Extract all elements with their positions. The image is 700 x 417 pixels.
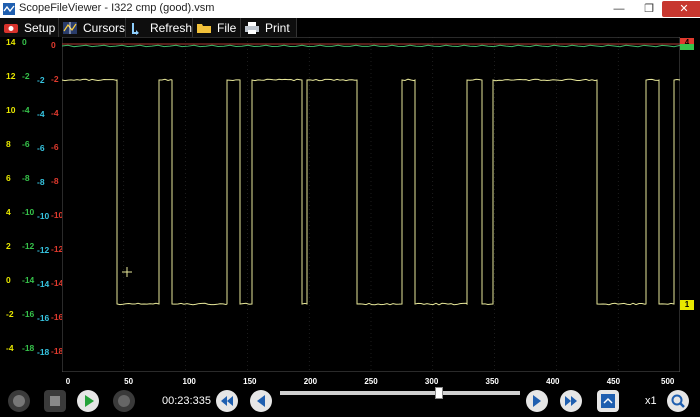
app-icon <box>3 3 15 15</box>
fast-forward-button[interactable] <box>560 390 582 412</box>
yellow-axis-tick: 10 <box>6 105 15 115</box>
timeline-thumb[interactable] <box>435 387 443 399</box>
green-axis-tick: -8 <box>22 173 30 183</box>
cyan-axis-tick: -4 <box>37 109 45 119</box>
x-axis-tick: 450 <box>607 377 620 386</box>
setup-label: Setup <box>24 21 55 35</box>
refresh-label: Refresh <box>150 21 192 35</box>
channel-1-marker[interactable]: 1 <box>680 300 694 310</box>
red-axis-tick: -2 <box>51 74 59 84</box>
play-button[interactable] <box>77 390 99 412</box>
x-axis-tick: 100 <box>183 377 196 386</box>
green-axis-tick: -18 <box>22 343 34 353</box>
step-forward-button[interactable] <box>526 390 548 412</box>
record-icon <box>8 390 30 412</box>
yellow-axis-tick: 2 <box>6 241 11 251</box>
refresh-icon <box>129 21 145 35</box>
folder-icon <box>196 21 212 35</box>
x-axis-tick: 150 <box>243 377 256 386</box>
cursors-button[interactable]: Cursors <box>59 18 126 37</box>
yellow-axis-tick: -4 <box>6 343 14 353</box>
green-axis-tick: -10 <box>22 207 34 217</box>
cyan-axis-tick: -14 <box>37 279 49 289</box>
print-button[interactable]: Print <box>241 18 297 37</box>
cyan-axis-tick: -16 <box>37 313 49 323</box>
x-axis-tick: 250 <box>364 377 377 386</box>
pause-icon <box>113 390 135 412</box>
yellow-axis-tick: 0 <box>6 275 11 285</box>
setup-button[interactable]: Setup <box>0 18 59 37</box>
print-label: Print <box>265 21 290 35</box>
x-axis-tick: 400 <box>546 377 559 386</box>
step-back-icon <box>250 390 272 412</box>
green-axis-tick: -14 <box>22 275 34 285</box>
x-axis-tick: 300 <box>425 377 438 386</box>
rewind-icon <box>216 390 238 412</box>
yellow-axis-tick: 12 <box>6 71 15 81</box>
x-axis-tick: 0 <box>66 377 70 386</box>
pause-button[interactable] <box>113 390 135 412</box>
red-axis-tick: 0 <box>51 40 56 50</box>
window-title: ScopeFileViewer - I322 cmp (good).vsm <box>19 2 214 14</box>
cursors-label: Cursors <box>83 21 125 35</box>
close-button[interactable]: ✕ <box>662 1 700 17</box>
red-axis-tick: -8 <box>51 176 59 186</box>
green-axis-tick: -6 <box>22 139 30 149</box>
red-axis-tick: -6 <box>51 142 59 152</box>
step-forward-icon <box>526 390 548 412</box>
printer-icon <box>244 21 260 35</box>
cyan-axis-tick: -18 <box>37 347 49 357</box>
file-label: File <box>217 21 236 35</box>
green-axis-tick: -12 <box>22 241 34 251</box>
refresh-button[interactable]: Refresh <box>126 18 193 37</box>
x-axis-tick: 50 <box>124 377 133 386</box>
green-axis-tick: 0 <box>22 37 27 47</box>
toolbar: Setup Cursors Refresh File Print <box>0 18 700 37</box>
zoom-level: x1 <box>645 395 657 407</box>
green-axis-tick: -2 <box>22 71 30 81</box>
scope-plot[interactable] <box>62 37 680 372</box>
cyan-axis-tick: -6 <box>37 143 45 153</box>
playback-time: 00:23:335 <box>162 395 211 407</box>
timeline-slider[interactable] <box>280 391 520 395</box>
channel-green-marker[interactable] <box>680 44 694 50</box>
green-axis-tick: -16 <box>22 309 34 319</box>
record-button[interactable] <box>8 390 30 412</box>
yellow-axis-tick: 14 <box>6 37 15 47</box>
stop-button[interactable] <box>44 390 66 412</box>
fast-forward-icon <box>560 390 582 412</box>
yellow-axis-tick: 8 <box>6 139 11 149</box>
file-button[interactable]: File <box>193 18 241 37</box>
rewind-button[interactable] <box>216 390 238 412</box>
red-axis-tick: -4 <box>51 108 59 118</box>
stop-icon <box>44 390 66 412</box>
snapshot-button[interactable] <box>597 390 619 412</box>
cyan-axis-tick: -12 <box>37 245 49 255</box>
setup-icon <box>3 21 19 35</box>
magnifier-icon <box>667 390 689 412</box>
cyan-axis-tick: -10 <box>37 211 49 221</box>
x-axis-tick: 350 <box>486 377 499 386</box>
cursors-icon <box>62 21 78 35</box>
yellow-axis-tick: 4 <box>6 207 11 217</box>
maximize-button[interactable]: ❐ <box>636 1 662 17</box>
cyan-axis-tick: -8 <box>37 177 45 187</box>
step-back-button[interactable] <box>250 390 272 412</box>
title-bar: ScopeFileViewer - I322 cmp (good).vsm — … <box>0 0 700 19</box>
yellow-axis-tick: -2 <box>6 309 14 319</box>
minimize-button[interactable]: — <box>606 1 632 17</box>
x-axis-tick: 200 <box>304 377 317 386</box>
snapshot-icon <box>597 390 619 412</box>
yellow-axis-tick: 6 <box>6 173 11 183</box>
play-icon <box>77 390 99 412</box>
zoom-button[interactable] <box>667 390 689 412</box>
cyan-axis-tick: -2 <box>37 75 45 85</box>
green-axis-tick: -4 <box>22 105 30 115</box>
channel-1-label: 1 <box>685 300 689 309</box>
